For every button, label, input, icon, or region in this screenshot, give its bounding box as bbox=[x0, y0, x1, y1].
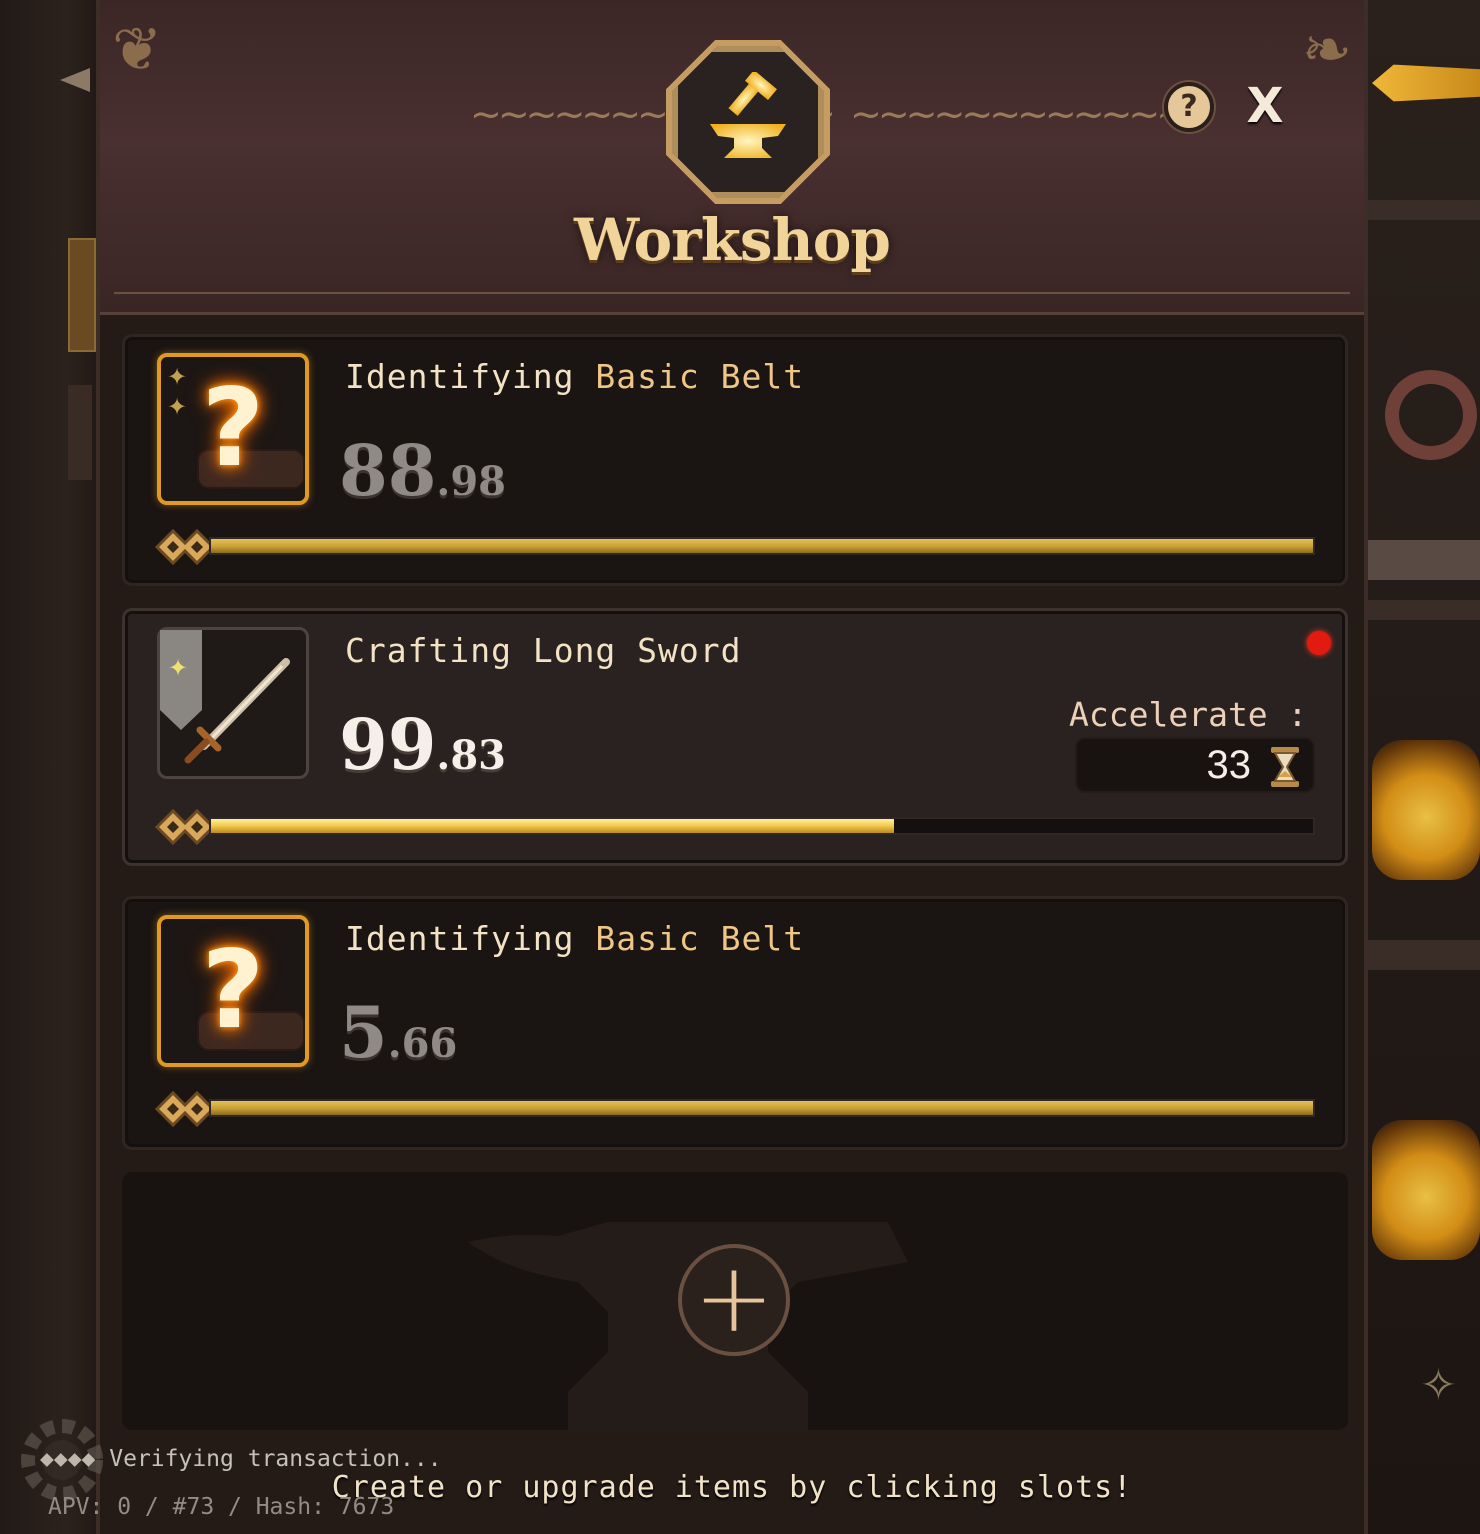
slot-action: Crafting bbox=[345, 631, 512, 670]
hourglass-icon bbox=[1271, 747, 1299, 787]
apv-status: APV: 0 / #73 / Hash: 7673 bbox=[48, 1494, 395, 1520]
unknown-belt-icon: ? bbox=[157, 915, 309, 1067]
slot-action: Identifying bbox=[345, 919, 575, 958]
workshop-panel: ❦ ❧ ~~~~~~~~~~~~~ ~~~~~~~~~~~~~ Workshop… bbox=[96, 0, 1368, 1534]
slot-timer: 5.66 bbox=[339, 991, 457, 1074]
slot-title: Identifying Basic Belt bbox=[345, 357, 804, 396]
progress-bar bbox=[209, 1099, 1315, 1117]
add-slot-button[interactable]: + bbox=[678, 1244, 790, 1356]
unknown-belt-icon: ✦ ✦ ? bbox=[157, 353, 309, 505]
background-belt-icon bbox=[1385, 370, 1477, 460]
help-button[interactable]: ? bbox=[1164, 82, 1214, 132]
timer-fraction: .66 bbox=[387, 1020, 458, 1067]
accelerate-cost: 33 bbox=[1206, 743, 1252, 787]
progress-bar bbox=[209, 537, 1315, 555]
slot-action: Identifying bbox=[345, 357, 575, 396]
workshop-header: ❦ ❧ ~~~~~~~~~~~~~ ~~~~~~~~~~~~~ Workshop… bbox=[100, 0, 1364, 315]
notification-dot bbox=[1307, 631, 1331, 655]
slot-title: Crafting Long Sword bbox=[345, 631, 742, 670]
timer-whole: 5 bbox=[339, 991, 388, 1074]
progress-knot-icon bbox=[154, 528, 216, 566]
locked-slot-icon bbox=[1372, 740, 1480, 880]
locked-slot-icon-2 bbox=[1372, 1120, 1480, 1260]
ornament-left-icon: ❦ bbox=[112, 15, 163, 85]
verify-text: Verifying transaction... bbox=[109, 1446, 442, 1472]
accelerate-button[interactable]: 33 bbox=[1075, 737, 1315, 793]
timer-fraction: .83 bbox=[436, 732, 507, 779]
progress-fill bbox=[211, 1101, 1313, 1115]
page-title: Workshop bbox=[574, 206, 891, 274]
progress-fill bbox=[211, 819, 895, 833]
accelerate-label: Accelerate : bbox=[1069, 695, 1308, 734]
workshop-slot-3[interactable]: ? Identifying Basic Belt 5.66 bbox=[122, 896, 1348, 1150]
slot-item-name: Basic Belt bbox=[595, 357, 805, 396]
background-banner bbox=[68, 238, 96, 352]
progress-fill bbox=[211, 539, 1313, 553]
header-divider bbox=[114, 292, 1350, 294]
back-arrow-icon bbox=[60, 68, 90, 92]
background-necklace-icon: ✧ bbox=[1420, 1360, 1457, 1411]
slot-timer: 88.98 bbox=[339, 429, 506, 512]
progress-bar bbox=[209, 817, 1315, 835]
empty-slot[interactable]: + bbox=[122, 1172, 1348, 1432]
timer-whole: 88 bbox=[339, 429, 437, 512]
progress-knot-icon bbox=[154, 1090, 216, 1128]
verify-status: ◆◆◆◆ Verifying transaction... bbox=[40, 1446, 442, 1472]
workshop-slot-2[interactable]: ✦ Crafting Long Sword 99.83 Accelerate :… bbox=[122, 608, 1348, 866]
slot-item-name: Long Sword bbox=[532, 631, 742, 670]
workshop-slot-1[interactable]: ✦ ✦ ? Identifying Basic Belt 88.98 bbox=[122, 334, 1348, 586]
loading-dots-icon: ◆◆◆◆ bbox=[40, 1446, 96, 1472]
timer-whole: 99 bbox=[339, 703, 437, 786]
slot-timer: 99.83 bbox=[339, 703, 506, 786]
close-button[interactable]: X bbox=[1240, 78, 1290, 134]
slot-item-name: Basic Belt bbox=[595, 919, 805, 958]
progress-knot-icon bbox=[154, 808, 216, 846]
timer-fraction: .98 bbox=[436, 458, 507, 505]
background-left bbox=[0, 0, 110, 1534]
swirl-right-icon: ~~~~~~~~~~~~~ bbox=[850, 92, 1216, 136]
background-panel bbox=[68, 385, 92, 480]
long-sword-icon: ✦ bbox=[157, 627, 309, 779]
slot-title: Identifying Basic Belt bbox=[345, 919, 804, 958]
